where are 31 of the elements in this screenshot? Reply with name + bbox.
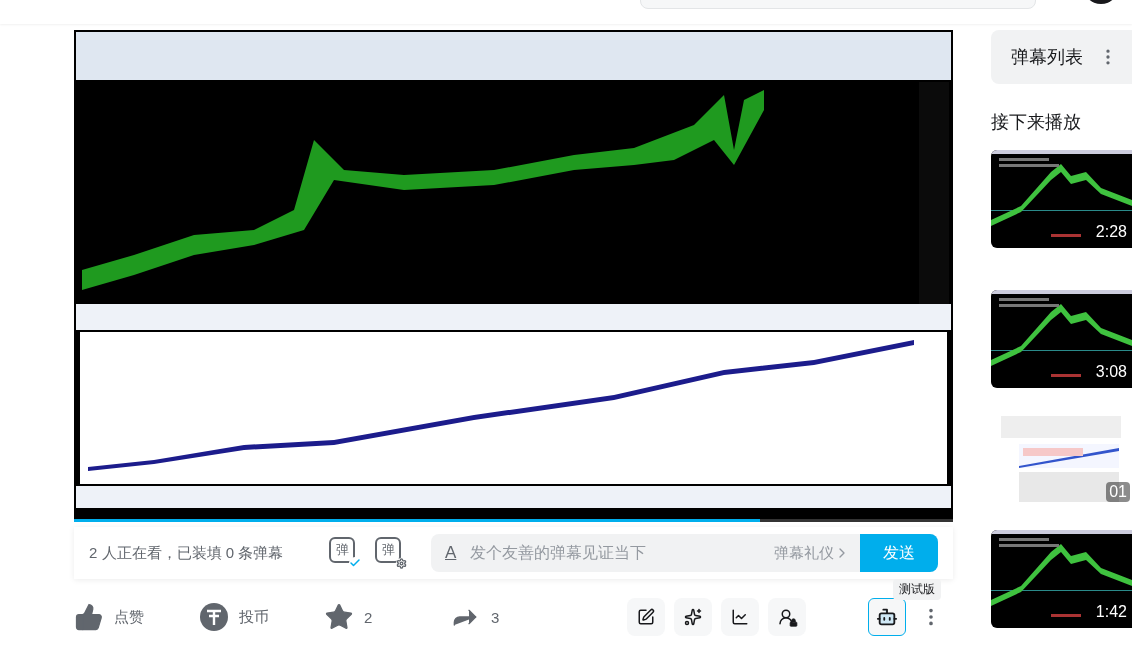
danmaku-input[interactable]: A 发个友善的弹幕见证当下 弹幕礼仪 发送 — [431, 534, 938, 572]
action-button[interactable]: 3 — [449, 601, 574, 633]
user-lock-icon — [776, 607, 798, 627]
danmaku-list-header[interactable]: 弹幕列表 — [991, 30, 1132, 84]
star-icon — [324, 602, 354, 632]
line-chart-icon — [731, 608, 749, 626]
text-format-icon[interactable]: A — [445, 543, 457, 563]
robot-icon — [876, 606, 898, 628]
sparkle-icon — [684, 608, 702, 626]
tool-button[interactable] — [768, 598, 806, 636]
action-button[interactable]: 2 — [324, 602, 449, 632]
tool-button[interactable] — [627, 598, 665, 636]
check-icon — [349, 557, 361, 569]
tool-button[interactable] — [674, 598, 712, 636]
viewer-count: 2 人正在看，已装填 0 条弹幕 — [89, 543, 285, 563]
progress-bar[interactable] — [74, 519, 953, 522]
section-title: 接下来播放 — [991, 111, 1082, 134]
coin-icon — [199, 602, 229, 632]
tool-button[interactable] — [721, 598, 759, 636]
assistant-button[interactable] — [868, 598, 906, 636]
pen-square-icon — [637, 608, 655, 626]
video-thumbnail[interactable]: 01 — [991, 410, 1132, 508]
beta-badge: 测试版 — [893, 579, 941, 600]
video-thumbnail[interactable]: 2:28 — [991, 150, 1132, 248]
video-thumbnail[interactable]: 1:42 — [991, 530, 1132, 628]
action-button[interactable]: 投币 — [199, 602, 324, 632]
action-button[interactable]: 点赞 — [74, 602, 199, 632]
video-thumbnail[interactable]: 3:08 — [991, 290, 1132, 388]
gear-icon — [396, 558, 407, 569]
duration-label: 01 — [1106, 482, 1130, 502]
thumbs-up-icon — [74, 602, 104, 632]
